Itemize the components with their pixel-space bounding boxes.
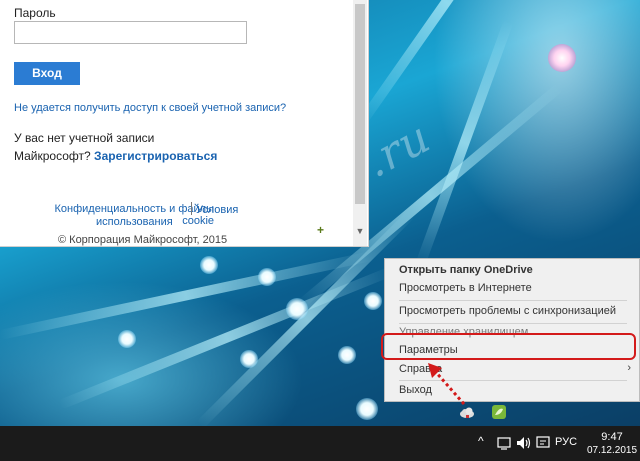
scrollbar-thumb[interactable] xyxy=(355,4,365,204)
action-center-icon[interactable] xyxy=(536,436,550,450)
submenu-arrow-icon: › xyxy=(627,362,631,374)
onedrive-cloud-icon[interactable] xyxy=(459,404,475,420)
light-dot xyxy=(118,330,136,348)
light-dot xyxy=(258,268,276,286)
forgot-account-link[interactable]: Не удается получить доступ к своей учетн… xyxy=(14,102,286,114)
menu-item-sync-problems[interactable]: Просмотреть проблемы с синхронизацией xyxy=(385,302,639,322)
footer-separator xyxy=(191,202,192,215)
terms-link-cont[interactable]: использования xyxy=(96,216,173,228)
menu-separator xyxy=(399,300,627,301)
no-account-text: У вас нет учетной записи xyxy=(14,131,155,145)
terms-link[interactable]: Условия xyxy=(196,203,242,217)
language-indicator[interactable]: РУС xyxy=(555,436,577,448)
login-window: Пароль Вход Не удается получить доступ к… xyxy=(0,0,369,247)
light-dot xyxy=(548,44,576,72)
light-dot xyxy=(364,292,382,310)
copyright-text: © Корпорация Майкрософт, 2015 xyxy=(58,234,228,246)
light-dot xyxy=(240,350,258,368)
password-field[interactable] xyxy=(14,21,247,44)
plus-icon: + xyxy=(317,223,325,237)
signin-button[interactable]: Вход xyxy=(14,62,80,85)
light-dot xyxy=(286,298,308,320)
light-dot xyxy=(200,256,218,274)
app-leaf-icon[interactable] xyxy=(491,404,507,420)
volume-icon[interactable] xyxy=(516,435,532,451)
clock-date[interactable]: 07.12.2015 xyxy=(586,445,638,456)
light-streak xyxy=(355,0,537,128)
register-link[interactable]: Зарегистрироваться xyxy=(94,149,217,163)
ms-account-line: Майкрософт? Зарегистрироваться xyxy=(14,149,217,163)
menu-item-view-online[interactable]: Просмотреть в Интернете xyxy=(385,279,639,299)
network-icon[interactable] xyxy=(497,436,513,450)
vertical-scrollbar[interactable]: ▼ xyxy=(353,0,367,246)
clock-time[interactable]: 9:47 xyxy=(592,431,632,443)
light-dot xyxy=(338,346,356,364)
ms-account-text: Майкрософт? xyxy=(14,149,91,163)
menu-item-open-folder[interactable]: Открыть папку OneDrive xyxy=(385,261,639,281)
show-hidden-icons-chevron-icon[interactable]: ^ xyxy=(478,434,484,448)
taskbar: ^ РУС 9:47 07.12.2015 xyxy=(0,426,640,461)
settings-highlight-box xyxy=(381,333,636,360)
red-arrow-icon xyxy=(428,363,466,405)
light-dot xyxy=(356,398,378,420)
password-label: Пароль xyxy=(14,6,56,20)
scroll-down-icon[interactable]: ▼ xyxy=(353,224,367,238)
